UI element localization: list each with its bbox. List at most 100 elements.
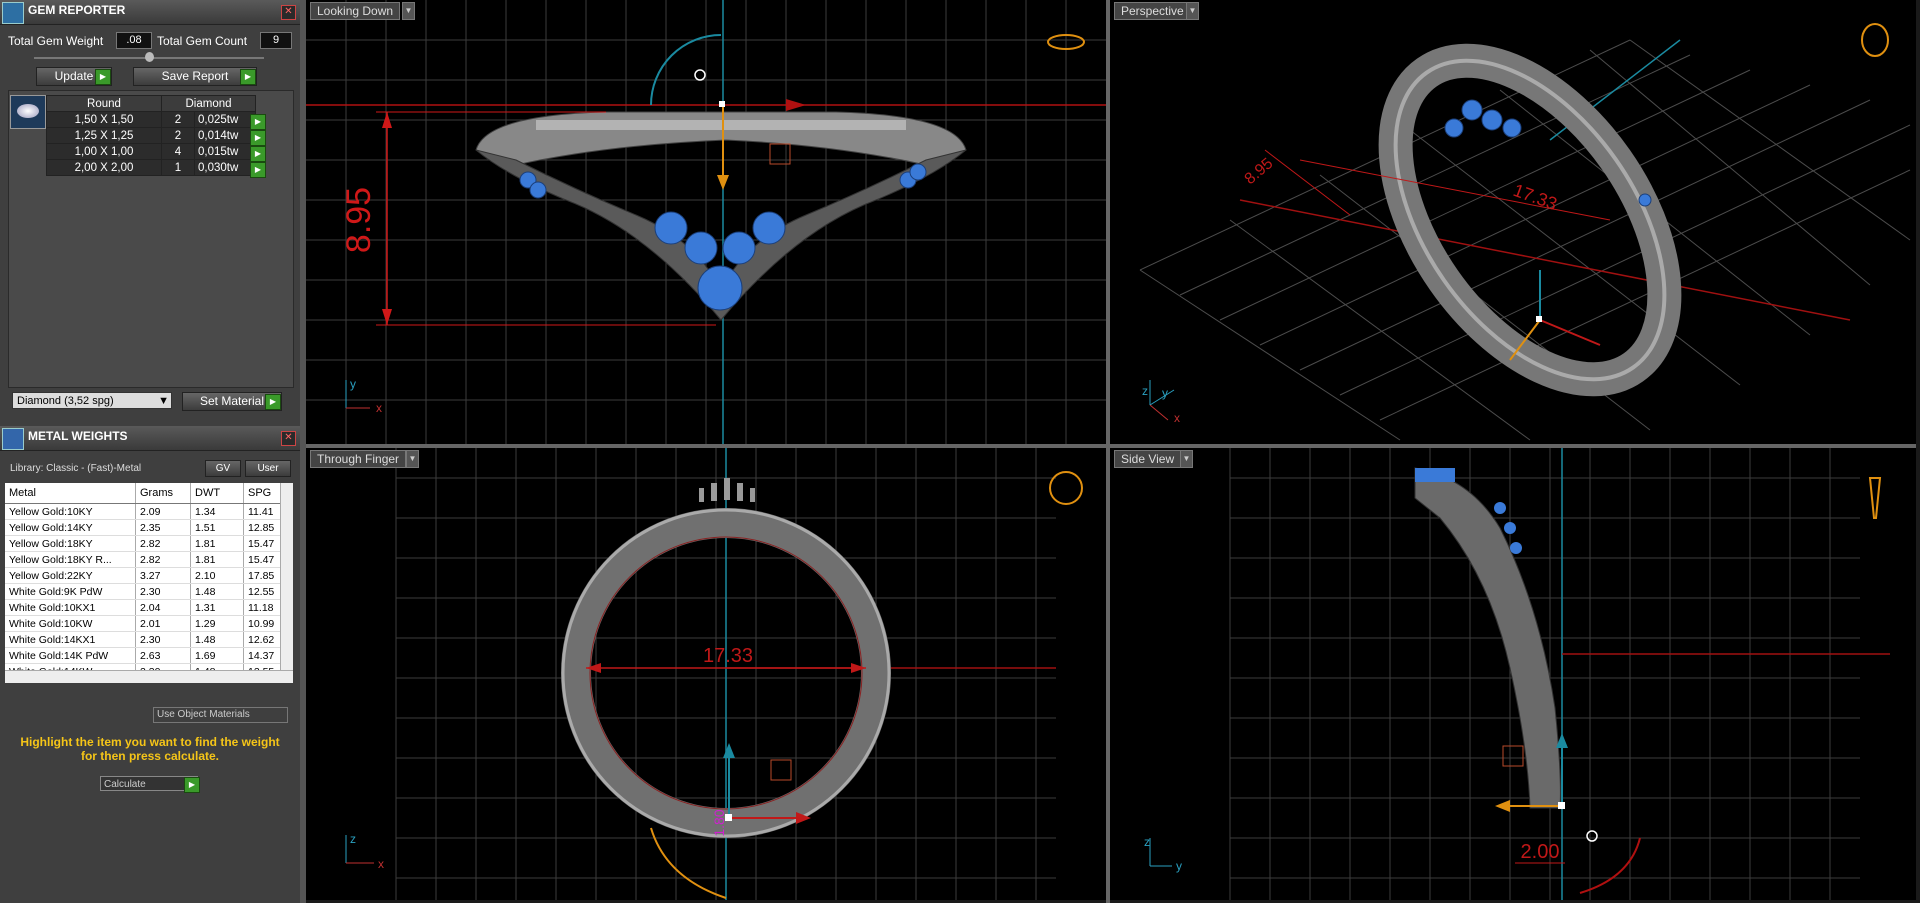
metal-name: White Gold:10KX1 bbox=[5, 599, 136, 616]
material-select[interactable]: Diamond (3,52 spg) ▼ bbox=[12, 392, 172, 409]
metal-col-header: Metal bbox=[5, 483, 136, 504]
table-row[interactable]: White Gold:10KW 2.01 1.29 10.99 bbox=[5, 615, 283, 632]
gem-weight: 0,015tw bbox=[194, 143, 256, 160]
ring-icon bbox=[2, 428, 24, 450]
dwt: 1.48 bbox=[190, 583, 244, 600]
use-object-materials-label: Use Object Materials bbox=[157, 709, 250, 720]
row-action-icon[interactable]: ▶ bbox=[250, 130, 266, 146]
axis-label: z bbox=[350, 832, 356, 846]
use-object-materials-checkbox[interactable]: Use Object Materials bbox=[153, 707, 288, 723]
chevron-down-icon[interactable]: ▼ bbox=[406, 450, 419, 468]
viewport-label[interactable]: Perspective bbox=[1114, 2, 1191, 20]
dwt: 1.51 bbox=[190, 519, 244, 536]
dwt: 1.48 bbox=[190, 631, 244, 648]
axis-label: x bbox=[378, 857, 384, 871]
user-label: User bbox=[257, 463, 279, 474]
viewport-perspective[interactable]: 8.95 17.33 z y x Perspective ▼ bbox=[1110, 0, 1916, 444]
grams: 2.30 bbox=[135, 583, 191, 600]
gem-count: 2 bbox=[161, 127, 195, 144]
viewport-label[interactable]: Looking Down bbox=[310, 2, 401, 20]
axis-label: x bbox=[1174, 411, 1180, 425]
gem-row[interactable]: 1,50 X 1,50 2 0,025tw bbox=[46, 111, 256, 128]
gem-size: 1,00 X 1,00 bbox=[46, 143, 162, 160]
gem-reporter-icon bbox=[2, 2, 24, 24]
table-row[interactable]: Yellow Gold:10KY 2.09 1.34 11.41 bbox=[5, 503, 283, 520]
viewport-label[interactable]: Side View bbox=[1114, 450, 1182, 468]
slider-thumb[interactable] bbox=[145, 52, 154, 62]
close-icon[interactable]: ✕ bbox=[281, 431, 296, 446]
save-report-button[interactable]: Save Report bbox=[133, 67, 257, 86]
viewport-name: Looking Down bbox=[317, 4, 394, 18]
table-row[interactable]: Yellow Gold:18KY R... 2.82 1.81 15.47 bbox=[5, 551, 283, 568]
looking-down-canvas: 8.95 y x bbox=[306, 0, 1106, 444]
play-icon: ▶ bbox=[240, 69, 256, 85]
table-row[interactable]: Yellow Gold:22KY 3.27 2.10 17.85 bbox=[5, 567, 283, 584]
chevron-down-icon[interactable]: ▼ bbox=[1180, 450, 1193, 468]
gv-button[interactable]: GV bbox=[205, 460, 241, 477]
spg-col-header: SPG bbox=[243, 483, 283, 504]
gem-reporter-titlebar: GEM REPORTER ✕ bbox=[0, 0, 300, 25]
user-button[interactable]: User bbox=[245, 460, 291, 477]
grams-col-header: Grams bbox=[135, 483, 191, 504]
calculate-label: Calculate bbox=[104, 779, 146, 790]
gem-weight: 0,030tw bbox=[194, 159, 256, 176]
metal-name: White Gold:10KW bbox=[5, 615, 136, 632]
total-gem-count-label: Total Gem Count bbox=[157, 34, 248, 48]
viewport-name: Side View bbox=[1121, 452, 1175, 466]
set-material-label: Set Material bbox=[199, 394, 265, 408]
row-action-icon[interactable]: ▶ bbox=[250, 114, 266, 130]
viewport-through-finger[interactable]: 17.33 1.80 z x Through Finger ▼ bbox=[306, 448, 1106, 900]
grams: 3.27 bbox=[135, 567, 191, 584]
dimension-label: 17.33 bbox=[703, 645, 753, 667]
gem-size: 1,50 X 1,50 bbox=[46, 111, 162, 128]
material-select-value: Diamond (3,52 spg) bbox=[17, 395, 114, 407]
table-row[interactable]: Yellow Gold:14KY 2.35 1.51 12.85 bbox=[5, 519, 283, 536]
gem-size: 2,00 X 2,00 bbox=[46, 159, 162, 176]
axis-label: z bbox=[1142, 384, 1148, 398]
spg: 11.18 bbox=[243, 599, 283, 616]
chevron-down-icon[interactable]: ▼ bbox=[1186, 2, 1199, 20]
vertical-scrollbar[interactable] bbox=[280, 483, 293, 683]
dimension-label: 2.00 bbox=[1521, 841, 1560, 863]
gem-count: 2 bbox=[161, 111, 195, 128]
close-icon[interactable]: ✕ bbox=[281, 5, 296, 20]
metal-name: Yellow Gold:18KY bbox=[5, 535, 136, 552]
grams: 2.09 bbox=[135, 503, 191, 520]
gem-row[interactable]: 1,00 X 1,00 4 0,015tw bbox=[46, 143, 256, 160]
horizontal-scrollbar[interactable] bbox=[5, 670, 293, 683]
gem-row[interactable]: 2,00 X 2,00 1 0,030tw bbox=[46, 159, 256, 176]
gem-count: 1 bbox=[161, 159, 195, 176]
dwt: 1.81 bbox=[190, 535, 244, 552]
grams: 2.35 bbox=[135, 519, 191, 536]
grams: 2.82 bbox=[135, 535, 191, 552]
perspective-canvas: 8.95 17.33 z y x bbox=[1139, 23, 1911, 441]
save-report-button-label: Save Report bbox=[161, 69, 229, 83]
metal-weights-titlebar: METAL WEIGHTS ✕ bbox=[0, 426, 300, 451]
table-row[interactable]: White Gold:14KX1 2.30 1.48 12.62 bbox=[5, 631, 283, 648]
table-row[interactable]: White Gold:14K PdW 2.63 1.69 14.37 bbox=[5, 647, 283, 664]
dwt: 1.69 bbox=[190, 647, 244, 664]
play-icon: ▶ bbox=[184, 777, 200, 793]
spg: 10.99 bbox=[243, 615, 283, 632]
viewport-side-view[interactable]: 2.00 z y Side View ▼ bbox=[1110, 448, 1916, 900]
table-row[interactable]: White Gold:10KX1 2.04 1.31 11.18 bbox=[5, 599, 283, 616]
grams: 2.82 bbox=[135, 551, 191, 568]
row-action-icon[interactable]: ▶ bbox=[250, 146, 266, 162]
gem-weight: 0,025tw bbox=[194, 111, 256, 128]
viewport-label[interactable]: Through Finger bbox=[310, 450, 407, 468]
chevron-down-icon[interactable]: ▼ bbox=[402, 2, 415, 20]
table-row[interactable]: Yellow Gold:18KY 2.82 1.81 15.47 bbox=[5, 535, 283, 552]
table-row[interactable]: White Gold:9K PdW 2.30 1.48 12.55 bbox=[5, 583, 283, 600]
gem-row[interactable]: 1,25 X 1,25 2 0,014tw bbox=[46, 127, 256, 144]
row-action-icon[interactable]: ▶ bbox=[250, 162, 266, 178]
spg: 15.47 bbox=[243, 551, 283, 568]
dwt: 1.34 bbox=[190, 503, 244, 520]
metal-name: Yellow Gold:10KY bbox=[5, 503, 136, 520]
viewport-divider-horizontal[interactable] bbox=[306, 444, 1916, 448]
metal-table[interactable]: Metal Grams DWT SPG Yellow Gold:10KY 2.09 1.3… bbox=[5, 483, 293, 683]
spg: 11.41 bbox=[243, 503, 283, 520]
axis-label: x bbox=[376, 401, 382, 415]
viewport-looking-down[interactable]: 8.95 y x Looking Down ▼ bbox=[306, 0, 1106, 444]
viewport-divider-vertical[interactable] bbox=[1106, 0, 1110, 903]
chevron-down-icon: ▼ bbox=[158, 395, 169, 407]
